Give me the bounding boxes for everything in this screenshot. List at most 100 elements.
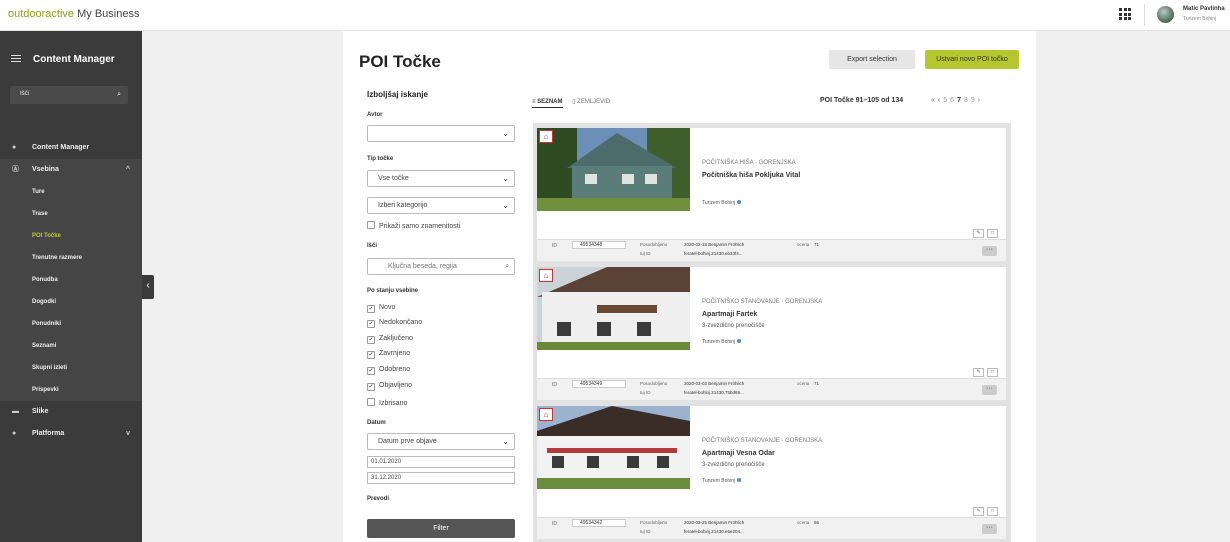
page-link[interactable]: 5 [943, 97, 947, 104]
foreign-id-label: tuj ID [640, 390, 651, 395]
status-checkbox-novo[interactable]: ✓ Novo [367, 304, 395, 313]
menu-collapse-icon[interactable] [11, 55, 21, 64]
more-options-button[interactable]: ··· [982, 246, 997, 256]
keyword-search-input[interactable]: Ključna beseda, regija ⌕ [367, 258, 515, 275]
page-link[interactable]: 8 [964, 97, 968, 104]
avtor-select[interactable]: ⌄ [367, 125, 515, 142]
status-checkbox-izbrisano[interactable]: Izbrisano [367, 398, 407, 407]
checkbox-label: Odobreno [379, 366, 411, 373]
edit-icon[interactable]: ✎ [973, 368, 984, 377]
search-icon[interactable]: ⌕ [117, 91, 121, 99]
chevron-up-icon[interactable]: ^ [126, 159, 130, 181]
status-checkbox-zakljuceno[interactable]: ✓ Zaključeno [367, 335, 413, 344]
sidebar-item-content-manager[interactable]: ● Content Manager [0, 137, 142, 159]
sidebar-subitem[interactable]: Ponudniki [0, 313, 142, 335]
select-checkbox-icon[interactable]: □ [987, 507, 998, 516]
filter-title: Izboljšaj iskanje [367, 90, 428, 99]
avatar[interactable] [1157, 6, 1174, 23]
poi-name[interactable]: Počitniška hiša Pokljuka Vital [702, 172, 800, 179]
sidebar-item-platforma[interactable]: ● Platforma v [0, 423, 142, 445]
poi-photo[interactable]: ⌂ [537, 128, 690, 211]
sidebar-subitem[interactable]: Ture [0, 181, 142, 203]
updated-value: 2020-02-18 Benjamin Fröhlich [684, 242, 745, 247]
poi-id: 49534349 [572, 380, 626, 388]
tab-map[interactable]: ▯ ZEMLJEVID [572, 98, 610, 105]
checkbox-checked[interactable]: ✓ [367, 351, 375, 359]
edit-icon[interactable]: ✎ [973, 229, 984, 238]
chevron-down-icon: ⌄ [502, 201, 509, 210]
id-label: ID [552, 243, 557, 249]
id-label: ID [552, 521, 557, 527]
sidebar-subitem[interactable]: Dogodki [0, 291, 142, 313]
checkbox[interactable] [367, 221, 375, 229]
date-from-input[interactable]: 01.01.2020 [367, 456, 515, 468]
checkbox-checked[interactable]: ✓ [367, 367, 375, 375]
poi-category: POČITNIŠKA HIŠA · GORENJSKA [702, 160, 796, 166]
sidebar-search-input[interactable]: Išči [20, 91, 29, 97]
select-checkbox-icon[interactable]: □ [987, 229, 998, 238]
chevron-down-icon[interactable]: v [126, 423, 130, 445]
id-label: ID [552, 382, 557, 388]
edit-icon[interactable]: ✎ [973, 507, 984, 516]
page-link[interactable]: 9 [971, 97, 975, 104]
datum-type-select[interactable]: Datum prve objave ⌄ [367, 433, 515, 450]
checkbox-checked[interactable]: ✓ [367, 305, 375, 313]
create-poi-button[interactable]: Ustvari novo POI točko [925, 50, 1019, 69]
sidebar-subitem[interactable]: Skupni izleti [0, 357, 142, 379]
brand-logo[interactable]: outdooractive My Business [8, 8, 139, 20]
znamenitosti-checkbox[interactable]: Prikaži samo znamenitosti [367, 221, 460, 230]
page-link-current[interactable]: 7 [957, 97, 961, 104]
poi-card[interactable]: ⌂ POČITNIŠKO STANOVANJE · GORENJSKA Apar… [537, 267, 1006, 400]
foreign-id-value: feratel-bohinj.21430.75bd69... [684, 390, 744, 395]
tip-select[interactable]: Vse točke ⌄ [367, 170, 515, 187]
sidebar-subitem[interactable]: Trenutne razmere [0, 247, 142, 269]
export-selection-button[interactable]: Export selection [829, 50, 915, 69]
first-page-button[interactable]: « [931, 97, 935, 104]
kategorija-select[interactable]: Izberi kategorijo ⌄ [367, 197, 515, 214]
poi-photo[interactable]: ⌂ [537, 406, 690, 489]
sidebar-collapse-toggle[interactable]: ‹ [142, 275, 154, 299]
sidebar-item-slike[interactable]: ▬ Slike [0, 401, 142, 423]
user-name[interactable]: Matic Pavlinha [1183, 6, 1225, 12]
apartment-icon: ⌂ [539, 269, 553, 282]
rating-value: 71 [814, 242, 820, 247]
status-checkbox-nedokoncano[interactable]: ✓ Nedokončano [367, 319, 422, 328]
select-checkbox-icon[interactable]: □ [987, 368, 998, 377]
sidebar-subitem[interactable]: Prispevki [0, 379, 142, 401]
status-checkbox-objavljeno[interactable]: ✓ Objavljeno [367, 382, 412, 391]
date-to-input[interactable]: 31.12.2020 [367, 472, 515, 484]
poi-name[interactable]: Apartmaji Vesna Odar [702, 450, 775, 457]
sidebar-subitem[interactable]: Ponudba [0, 269, 142, 291]
more-options-button[interactable]: ··· [982, 385, 997, 395]
sidebar-subitem[interactable]: Seznami [0, 335, 142, 357]
prev-page-button[interactable]: ‹ [938, 97, 940, 104]
status-checkbox-odobreno[interactable]: ✓ Odobreno [367, 366, 410, 375]
checkbox-label: Prikaži samo znamenitosti [379, 223, 461, 230]
checkbox-checked[interactable]: ✓ [367, 336, 375, 344]
checkbox[interactable] [367, 398, 375, 406]
search-icon[interactable]: ⌕ [505, 259, 509, 274]
prevodi-label: Prevodi [367, 496, 390, 502]
filter-button[interactable]: Filter [367, 519, 515, 538]
tab-list[interactable]: ≡ SEZNAM [532, 99, 563, 108]
next-page-button[interactable]: › [978, 97, 980, 104]
page-link[interactable]: 6 [950, 97, 954, 104]
sidebar-item-vsebina[interactable]: Ⓐ Vsebina ^ [0, 159, 142, 181]
poi-card[interactable]: ⌂ POČITNIŠKO STANOVANJE · GORENJSKA Apar… [537, 406, 1006, 539]
status-checkbox-zavrnjeno[interactable]: ✓ Zavrnjeno [367, 350, 410, 359]
chevron-down-icon: ⌄ [502, 174, 509, 183]
apps-grid-icon[interactable] [1119, 8, 1131, 20]
foreign-id-value: feratel-bohinj.21430.e5e204... [684, 529, 744, 534]
poi-name[interactable]: Apartmaji Fartek [702, 311, 757, 318]
poi-card[interactable]: ⌂ POČITNIŠKA HIŠA · GORENJSKA Počitniška… [537, 128, 1006, 261]
sidebar-subitem[interactable]: Trase [0, 203, 142, 225]
chevron-down-icon: ⌄ [502, 129, 509, 138]
user-organization: Turizem Bohinj [1183, 16, 1217, 22]
poi-photo[interactable]: ⌂ [537, 267, 690, 350]
sidebar-subitem-active[interactable]: POI Točke [0, 225, 142, 247]
more-options-button[interactable]: ··· [982, 524, 997, 534]
checkbox-checked[interactable]: ✓ [367, 320, 375, 328]
checkbox-checked[interactable]: ✓ [367, 383, 375, 391]
sidebar-search[interactable]: Išči ⌕ [10, 86, 128, 104]
org-name: Turizem Bohinj [702, 200, 736, 206]
